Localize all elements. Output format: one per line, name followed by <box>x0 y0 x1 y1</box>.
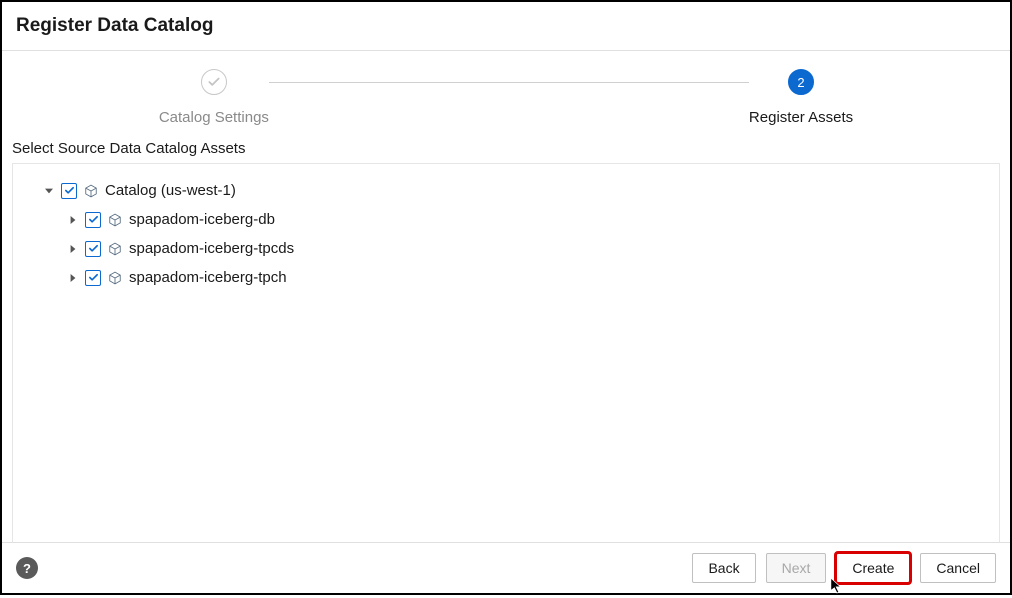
step-label: Catalog Settings <box>159 109 269 126</box>
dialog-title: Register Data Catalog <box>16 15 996 37</box>
dialog-footer: ? Back Next Create Cancel <box>2 542 1010 593</box>
cancel-button[interactable]: Cancel <box>920 553 996 583</box>
footer-buttons: Back Next Create Cancel <box>692 553 996 583</box>
checkbox[interactable] <box>61 183 77 199</box>
tree-node-child[interactable]: spapadom-iceberg-db <box>23 205 989 234</box>
help-button[interactable]: ? <box>16 557 38 579</box>
step-label: Register Assets <box>749 109 853 126</box>
tree-node-label: Catalog (us-west-1) <box>105 182 236 199</box>
step-circle-done <box>201 69 227 95</box>
expand-toggle[interactable] <box>67 272 79 284</box>
tree-node-root[interactable]: Catalog (us-west-1) <box>23 176 989 205</box>
step-register-assets[interactable]: 2 Register Assets <box>749 69 853 126</box>
step-circle-active: 2 <box>788 69 814 95</box>
checkbox[interactable] <box>85 270 101 286</box>
expand-toggle[interactable] <box>67 214 79 226</box>
wizard-stepper: Catalog Settings 2 Register Assets <box>2 51 1010 134</box>
chevron-right-icon <box>69 245 77 253</box>
step-catalog-settings[interactable]: Catalog Settings <box>159 69 269 126</box>
next-button: Next <box>766 553 827 583</box>
catalog-icon <box>83 183 99 199</box>
check-icon <box>88 272 99 283</box>
database-icon <box>107 270 123 286</box>
check-icon <box>207 75 221 89</box>
collapse-toggle[interactable] <box>43 185 55 197</box>
chevron-down-icon <box>45 187 53 195</box>
tree-node-label: spapadom-iceberg-tpch <box>129 269 287 286</box>
tree-node-child[interactable]: spapadom-iceberg-tpch <box>23 263 989 292</box>
check-icon <box>88 243 99 254</box>
checkbox[interactable] <box>85 241 101 257</box>
database-icon <box>107 212 123 228</box>
section-label: Select Source Data Catalog Assets <box>2 134 1010 163</box>
chevron-right-icon <box>69 216 77 224</box>
back-button[interactable]: Back <box>692 553 755 583</box>
asset-tree-panel: Catalog (us-west-1) spapadom-iceberg-db … <box>12 163 1000 555</box>
tree-node-child[interactable]: spapadom-iceberg-tpcds <box>23 234 989 263</box>
create-button[interactable]: Create <box>836 553 910 583</box>
database-icon <box>107 241 123 257</box>
step-connector <box>269 82 749 83</box>
chevron-right-icon <box>69 274 77 282</box>
expand-toggle[interactable] <box>67 243 79 255</box>
check-icon <box>64 185 75 196</box>
tree-node-label: spapadom-iceberg-db <box>129 211 275 228</box>
check-icon <box>88 214 99 225</box>
checkbox[interactable] <box>85 212 101 228</box>
tree-node-label: spapadom-iceberg-tpcds <box>129 240 294 257</box>
dialog-header: Register Data Catalog <box>2 2 1010 51</box>
